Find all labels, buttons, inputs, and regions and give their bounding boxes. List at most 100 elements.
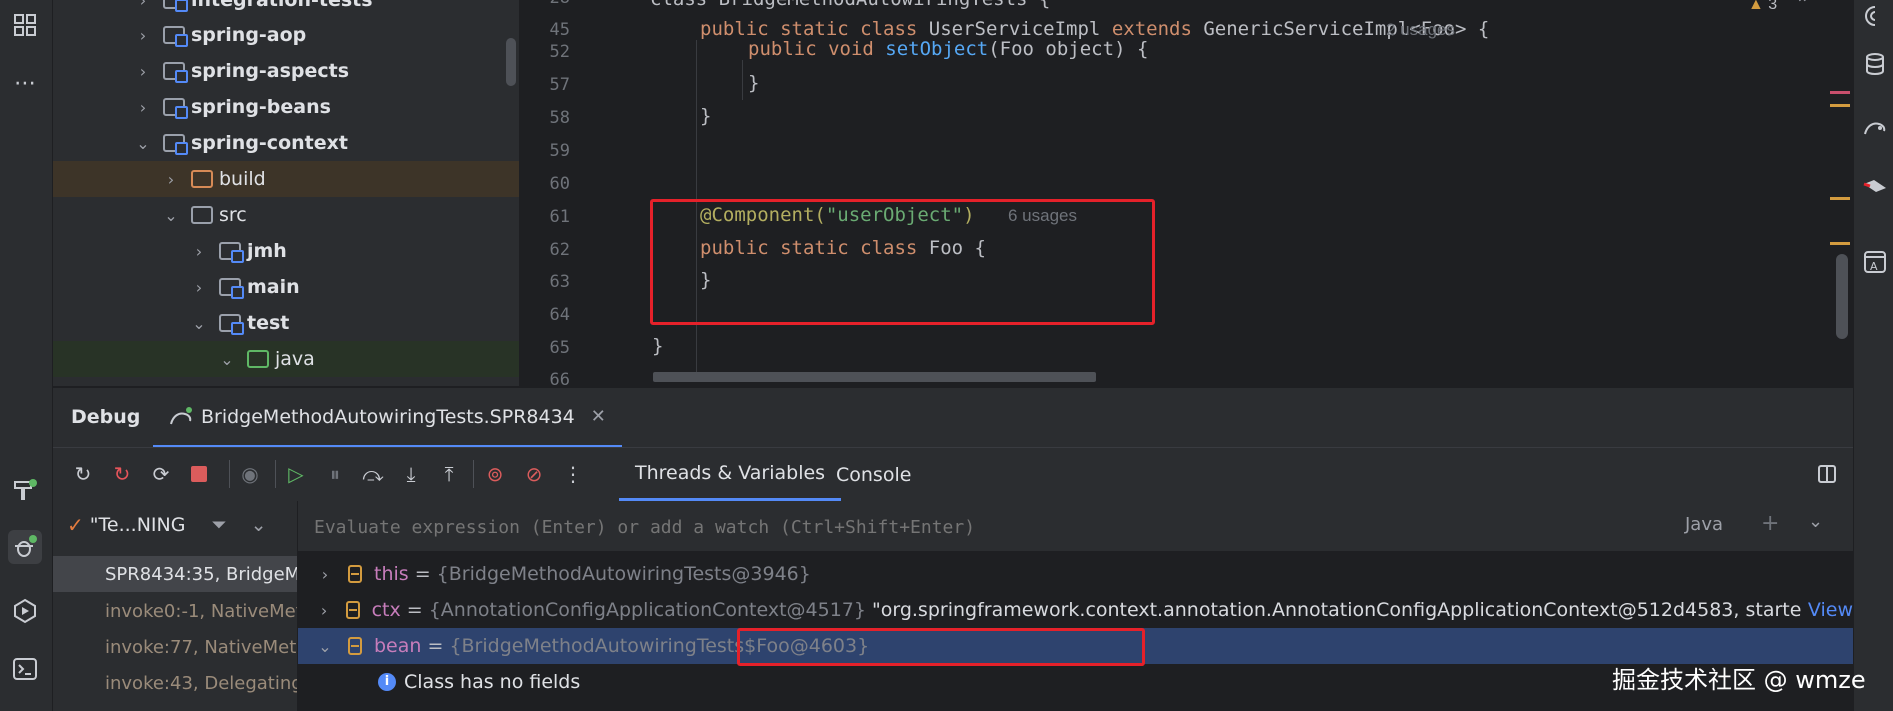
close-icon[interactable]: ✕ bbox=[591, 406, 606, 427]
inspections-widget[interactable]: ▲ 3 ⌃ bbox=[1748, 0, 1809, 14]
chevron-down-icon[interactable]: ⌄ bbox=[161, 206, 181, 225]
svg-text:A: A bbox=[1870, 260, 1878, 273]
frame-row[interactable]: invoke:77, NativeMeth bbox=[53, 629, 297, 665]
more-options-icon[interactable]: ⋮ bbox=[559, 460, 587, 488]
debug-toolbar: ↻ ↻ ⟳ ◉ ▷ ⏸ ⤼ ⤓ ⤒ ⊚ ⊘ ⋮ Threads & Variab… bbox=[53, 447, 1853, 502]
code-line: public void setObject(Foo object) { bbox=[748, 38, 1149, 60]
rerun-icon[interactable]: ↻ bbox=[69, 460, 97, 488]
structure-icon[interactable] bbox=[8, 8, 42, 42]
error-marker[interactable] bbox=[1830, 91, 1850, 94]
tree-item-jmh[interactable]: › jmh bbox=[53, 233, 519, 269]
tab-console[interactable]: Console bbox=[820, 448, 927, 501]
tree-item-label: main bbox=[247, 276, 300, 298]
pause-icon[interactable]: ⏸ bbox=[321, 460, 349, 488]
chevron-down-icon[interactable]: ⌄ bbox=[310, 637, 340, 656]
services-icon[interactable] bbox=[8, 594, 42, 628]
add-watch-icon[interactable]: + bbox=[1761, 511, 1779, 536]
tree-item-spring-aspects[interactable]: › spring-aspects bbox=[53, 53, 519, 89]
chevron-right-icon[interactable]: › bbox=[133, 98, 153, 117]
tree-item-spring-context[interactable]: ⌄ spring-context bbox=[53, 125, 519, 161]
tree-item-java[interactable]: ⌄ java bbox=[53, 341, 519, 377]
chevron-down-icon[interactable]: ⌄ bbox=[133, 134, 153, 153]
warning-marker[interactable] bbox=[1830, 197, 1850, 200]
tree-item-src[interactable]: ⌄ src bbox=[53, 197, 519, 233]
filter-icon[interactable]: ⏷ bbox=[211, 514, 226, 536]
chevron-right-icon[interactable]: › bbox=[133, 26, 153, 45]
database-icon[interactable] bbox=[1860, 52, 1890, 82]
tree-item-spring-beans[interactable]: › spring-beans bbox=[53, 89, 519, 125]
view-link[interactable]: View bbox=[1808, 599, 1853, 621]
resume-icon[interactable]: ▷ bbox=[282, 460, 310, 488]
chevron-up-icon[interactable]: ⌃ bbox=[1796, 0, 1809, 13]
toolbar-separator bbox=[275, 460, 276, 488]
tree-item-spring-aop[interactable]: › spring-aop bbox=[53, 17, 519, 53]
language-selector[interactable]: Java bbox=[1685, 514, 1723, 535]
right-tool-strip: A bbox=[1853, 0, 1893, 711]
module-folder-icon bbox=[163, 62, 188, 83]
tree-item-label: test bbox=[247, 312, 290, 334]
code-line: } bbox=[748, 72, 760, 94]
tab-debug-session[interactable]: BridgeMethodAutowiringTests.SPR8434 ✕ bbox=[153, 388, 622, 448]
mute-breakpoints-icon[interactable]: ⊘ bbox=[520, 460, 548, 488]
module-folder-icon bbox=[219, 278, 244, 299]
terminal-icon[interactable] bbox=[8, 652, 42, 686]
debug-icon[interactable] bbox=[8, 530, 42, 564]
more-icon[interactable]: ⋯ bbox=[8, 66, 42, 100]
gradle-icon[interactable] bbox=[1860, 116, 1890, 146]
warning-marker[interactable] bbox=[1830, 242, 1850, 245]
variable-string: "org.springframework.context.annotation.… bbox=[871, 599, 1802, 621]
folder-icon bbox=[191, 206, 213, 224]
chevron-right-icon[interactable]: › bbox=[161, 170, 181, 189]
chevron-down-icon[interactable]: ⌄ bbox=[1808, 511, 1823, 532]
step-over-icon[interactable]: ⤼ bbox=[359, 460, 387, 488]
frame-label: invoke:43, Delegating bbox=[105, 672, 297, 694]
chevron-down-icon[interactable]: ⌄ bbox=[251, 514, 267, 536]
frame-row[interactable]: invoke0:-1, NativeMeth bbox=[53, 593, 297, 629]
variable-name: bean bbox=[374, 635, 422, 657]
tree-scrollbar[interactable] bbox=[506, 38, 516, 86]
frame-row[interactable]: invoke:43, Delegating bbox=[53, 665, 297, 701]
chevron-right-icon[interactable]: › bbox=[133, 62, 153, 81]
stop-icon[interactable] bbox=[185, 460, 213, 488]
tab-threads-variables[interactable]: Threads & Variables bbox=[619, 448, 842, 501]
evaluate-expression-input[interactable] bbox=[312, 509, 1616, 545]
tree-item-main[interactable]: › main bbox=[53, 269, 519, 305]
restart-icon[interactable]: ⟳ bbox=[147, 460, 175, 488]
debug-panel-header: Debug BridgeMethodAutowiringTests.SPR843… bbox=[53, 387, 1853, 448]
chevron-right-icon[interactable]: › bbox=[133, 0, 153, 10]
view-breakpoints-list-icon[interactable]: ⊚ bbox=[481, 460, 509, 488]
line-number: 62 bbox=[549, 240, 570, 260]
warning-count: 3 bbox=[1768, 0, 1778, 13]
variable-row[interactable]: › ctx = {AnnotationConfigApplicationCont… bbox=[298, 592, 1853, 628]
view-breakpoints-icon[interactable]: ◉ bbox=[236, 460, 264, 488]
chevron-right-icon[interactable]: › bbox=[189, 278, 209, 297]
gradle-icon bbox=[170, 406, 192, 424]
chevron-right-icon[interactable]: › bbox=[189, 242, 209, 261]
toolbar-separator bbox=[473, 460, 474, 488]
step-out-icon[interactable]: ⤒ bbox=[435, 460, 463, 488]
build-icon[interactable] bbox=[8, 474, 42, 508]
thread-selector[interactable]: ✓ "Te...NING ⏷ ⌄ bbox=[67, 513, 267, 537]
chevron-down-icon[interactable]: ⌄ bbox=[217, 350, 237, 369]
warning-marker[interactable] bbox=[1830, 104, 1850, 107]
variable-row[interactable]: › this = {BridgeMethodAutowiringTests@39… bbox=[298, 556, 1853, 592]
editor-vertical-scrollbar[interactable] bbox=[1836, 254, 1848, 339]
frame-row[interactable]: SPR8434:35, BridgeMe bbox=[53, 556, 297, 592]
chevron-right-icon[interactable]: › bbox=[310, 565, 340, 584]
layout-icon[interactable] bbox=[1813, 460, 1841, 488]
chevron-down-icon[interactable]: ⌄ bbox=[189, 314, 209, 333]
maven-icon[interactable] bbox=[1860, 174, 1890, 204]
chevron-right-icon[interactable]: › bbox=[310, 601, 338, 620]
notifications-icon[interactable] bbox=[1860, 4, 1890, 34]
tree-item-integration-tests[interactable]: › integration-tests bbox=[53, 0, 519, 18]
step-into-icon[interactable]: ⤓ bbox=[397, 460, 425, 488]
usages-hint[interactable]: 2 usages bbox=[1386, 20, 1455, 40]
watermark: 掘金技术社区 @ wmze bbox=[1612, 666, 1866, 694]
editor-horizontal-scrollbar[interactable] bbox=[653, 372, 1096, 382]
code-editor[interactable]: class BridgeMethodAutowiringTests { 28 4… bbox=[520, 0, 1853, 390]
rerun-failed-icon[interactable]: ↻ bbox=[108, 460, 136, 488]
check-icon: ✓ bbox=[67, 513, 84, 537]
tree-item-build[interactable]: › build bbox=[53, 161, 519, 197]
ai-assistant-icon[interactable]: A bbox=[1860, 250, 1890, 280]
tree-item-test[interactable]: ⌄ test bbox=[53, 305, 519, 341]
